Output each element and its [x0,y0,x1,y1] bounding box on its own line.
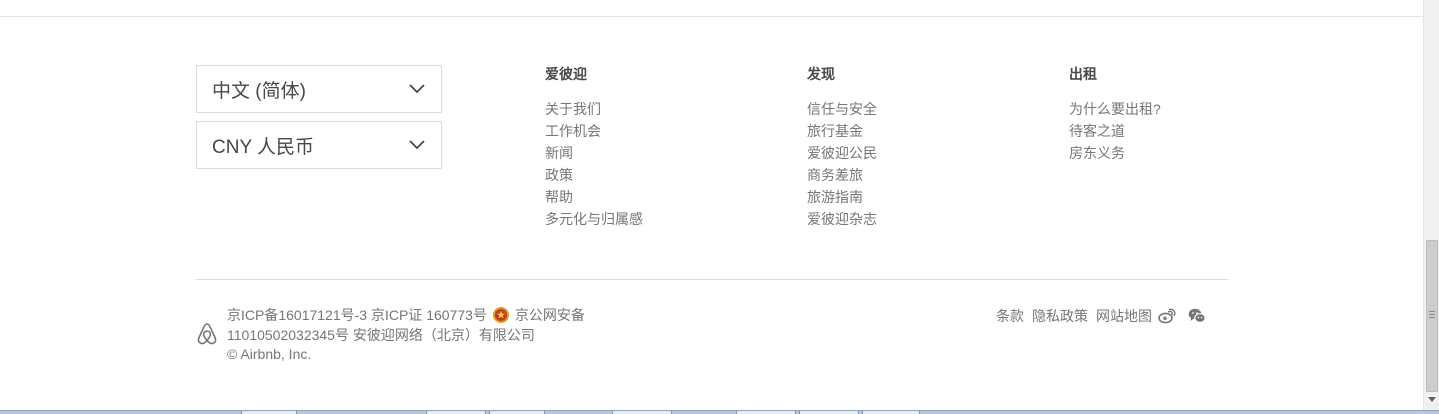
weibo-icon[interactable] [1158,308,1176,324]
footer-link[interactable]: 多元化与归属感 [545,211,643,227]
footer-divider [196,279,1228,280]
list-item: 旅游指南 [807,186,877,208]
scrollbar-thumb[interactable] [1426,240,1438,392]
terms-link[interactable]: 条款 [996,306,1024,326]
vertical-scrollbar[interactable] [1423,0,1439,410]
list-item: 帮助 [545,186,643,208]
list-item: 新闻 [545,142,643,164]
police-record-number[interactable]: 11010502032345号 [227,325,349,345]
privacy-link[interactable]: 隐私政策 [1032,306,1088,326]
footer-link[interactable]: 旅行基金 [807,123,863,139]
airbnb-belo-icon[interactable] [196,322,218,346]
footer-column-airbnb: 爱彼迎 关于我们 工作机会 新闻 政策 帮助 多元化与归属感 [545,66,643,230]
list-item: 爱彼迎公民 [807,142,877,164]
footer-link[interactable]: 帮助 [545,189,573,205]
footer-link[interactable]: 房东义务 [1069,145,1125,161]
footer-link[interactable]: 工作机会 [545,123,601,139]
wechat-icon[interactable] [1188,308,1206,324]
list-item: 房东义务 [1069,142,1161,164]
list-item: 旅行基金 [807,120,877,142]
currency-select-value: CNY 人民币 [212,136,315,158]
list-item: 政策 [545,164,643,186]
footer-link[interactable]: 新闻 [545,145,573,161]
currency-select[interactable]: CNY 人民币 [196,121,442,169]
police-badge-icon [492,307,509,323]
chevron-down-icon [409,84,425,94]
list-item: 爱彼迎杂志 [807,208,877,230]
icp-record-link[interactable]: 京ICP备16017121号-3 [227,305,367,325]
taskbar [0,410,1439,414]
column-title: 出租 [1069,66,1097,82]
company-name: 安彼迎网络（北京）有限公司 [352,327,535,343]
footer-link[interactable]: 爱彼迎杂志 [807,211,877,227]
chevron-down-icon [409,140,425,150]
language-select-value: 中文 (简体) [212,80,306,102]
footer-link[interactable]: 关于我们 [545,101,601,117]
list-item: 工作机会 [545,120,643,142]
footer-link[interactable]: 爱彼迎公民 [807,145,877,161]
police-record-prefix[interactable]: 京公网安备 [515,305,585,325]
sitemap-link[interactable]: 网站地图 [1096,306,1152,326]
icp-cert-link[interactable]: 京ICP证 160773号 [371,305,487,325]
footer-link[interactable]: 为什么要出租? [1069,101,1161,117]
footer-link[interactable]: 政策 [545,167,573,183]
footer-legal-links: 条款 隐私政策 网站地图 [996,305,1206,327]
footer-page: 中文 (简体) CNY 人民币 爱彼迎 关于我们 工作机会 新闻 政策 帮助 多… [0,0,1439,414]
legal-info: 京ICP备16017121号-3 京ICP证 160773号 京公网安备 110… [227,305,585,363]
scrollbar-grip-icon [1429,311,1435,320]
top-divider [0,16,1423,17]
footer-link[interactable]: 商务差旅 [807,167,863,183]
scroll-down-arrow-icon[interactable] [1428,397,1436,402]
footer-column-discover: 发现 信任与安全 旅行基金 爱彼迎公民 商务差旅 旅游指南 爱彼迎杂志 [807,66,877,230]
footer-column-hosting: 出租 为什么要出租? 待客之道 房东义务 [1069,66,1161,164]
column-title: 发现 [807,66,835,82]
column-title: 爱彼迎 [545,66,587,82]
list-item: 多元化与归属感 [545,208,643,230]
list-item: 关于我们 [545,98,643,120]
copyright: © Airbnb, Inc. [227,346,312,362]
footer-link[interactable]: 待客之道 [1069,123,1125,139]
footer-link[interactable]: 旅游指南 [807,189,863,205]
list-item: 待客之道 [1069,120,1161,142]
list-item: 信任与安全 [807,98,877,120]
footer-link[interactable]: 信任与安全 [807,101,877,117]
language-select[interactable]: 中文 (简体) [196,65,442,113]
list-item: 为什么要出租? [1069,98,1161,120]
list-item: 商务差旅 [807,164,877,186]
